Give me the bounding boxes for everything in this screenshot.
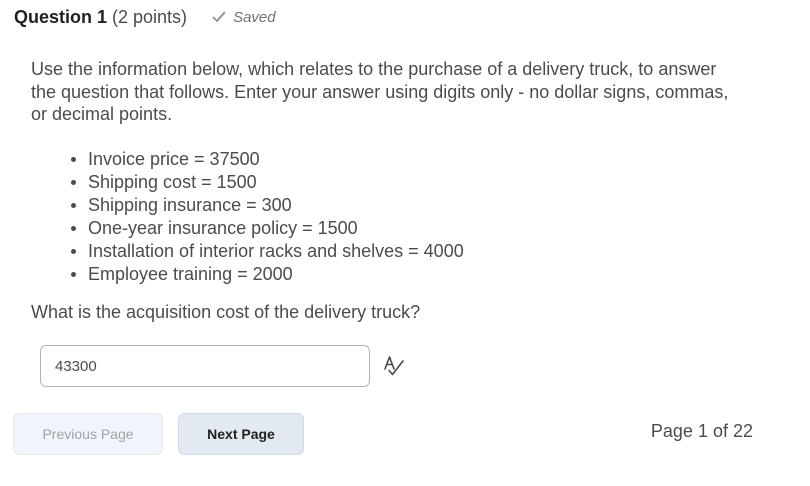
- list-item-text: Shipping insurance = 300: [88, 195, 292, 216]
- previous-page-button[interactable]: Previous Page: [13, 413, 163, 455]
- question-title: Question 1: [14, 6, 108, 27]
- bullet-icon: [71, 226, 76, 232]
- bullet-icon: [71, 157, 76, 163]
- question-prompt: What is the acquisition cost of the deli…: [31, 302, 421, 322]
- list-item-text: Employee training = 2000: [88, 264, 293, 285]
- bullet-icon: [71, 180, 76, 186]
- list-item-text: One-year insurance policy = 1500: [88, 218, 358, 239]
- spell-check-icon[interactable]: [382, 355, 406, 377]
- bullet-icon: [71, 272, 76, 278]
- list-item: Invoice price = 37500: [71, 148, 731, 171]
- saved-label: Saved: [233, 8, 276, 26]
- list-item: Employee training = 2000: [71, 263, 731, 286]
- page-indicator: Page 1 of 22: [650, 421, 753, 441]
- list-item: Shipping cost = 1500: [71, 171, 731, 194]
- saved-status: Saved: [211, 9, 276, 26]
- list-item-text: Shipping cost = 1500: [88, 172, 257, 193]
- answer-input[interactable]: [40, 345, 370, 387]
- question-intro: Use the information below, which relates…: [31, 59, 729, 125]
- list-item: Shipping insurance = 300: [71, 194, 731, 217]
- question-points: (2 points): [112, 6, 188, 27]
- check-icon: [212, 11, 226, 22]
- list-item: One-year insurance policy = 1500: [71, 217, 731, 240]
- question-header: Question 1 (2 points) Saved: [14, 5, 276, 29]
- list-item-text: Invoice price = 37500: [88, 149, 260, 170]
- cost-items-list: Invoice price = 37500 Shipping cost = 15…: [31, 148, 731, 286]
- list-item: Installation of interior racks and shelv…: [71, 240, 731, 263]
- bullet-icon: [71, 203, 76, 209]
- bullet-icon: [71, 249, 76, 255]
- next-page-button[interactable]: Next Page: [178, 413, 304, 455]
- list-item-text: Installation of interior racks and shelv…: [88, 241, 464, 262]
- question-body: Use the information below, which relates…: [31, 58, 731, 286]
